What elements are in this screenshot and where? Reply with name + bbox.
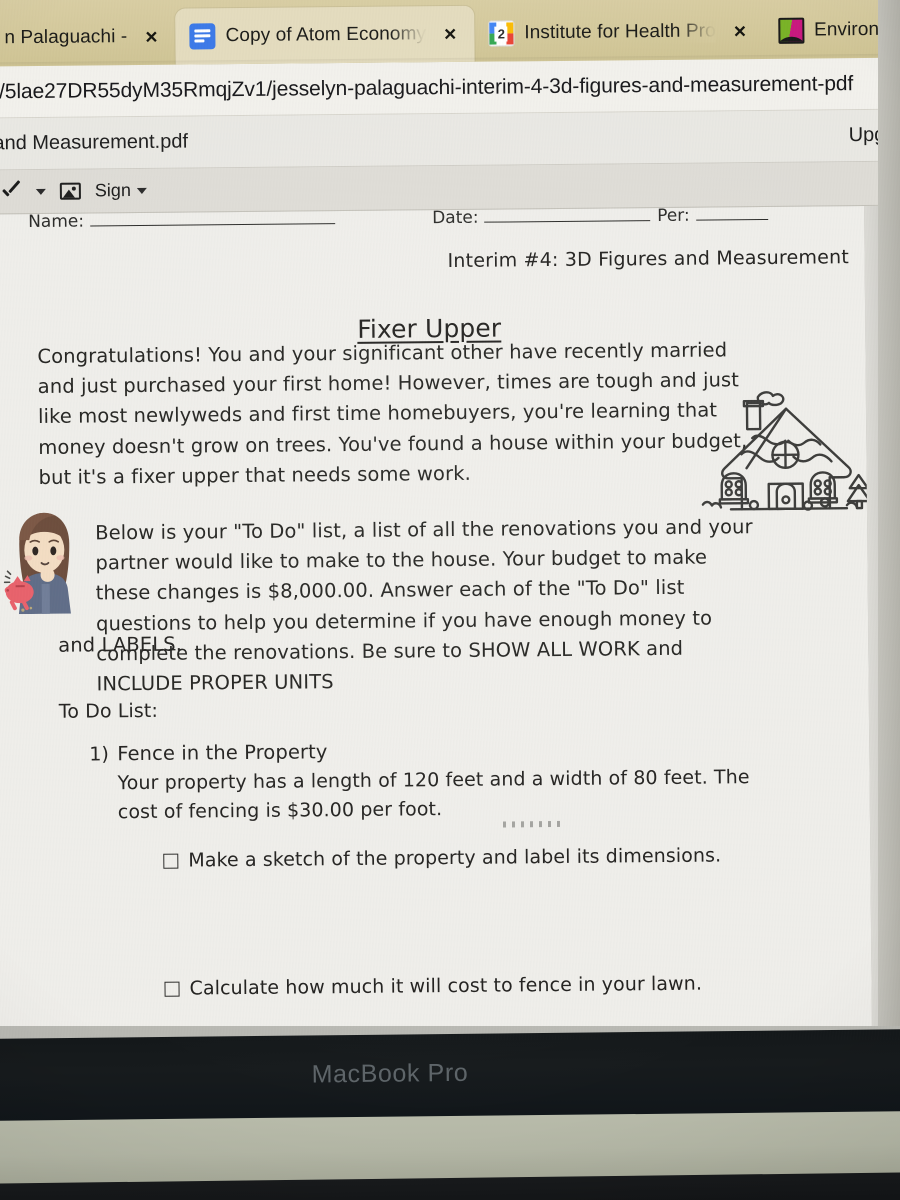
- background-wall-right: [878, 0, 900, 1040]
- date-field-blank[interactable]: [484, 220, 651, 223]
- google-classroom-icon: 2: [488, 20, 515, 47]
- image-tool-button[interactable]: [59, 182, 81, 200]
- todo-list-heading: To Do List:: [58, 699, 159, 723]
- per-field-row: Per:: [657, 206, 768, 226]
- browser-tab-1-close-icon[interactable]: ×: [137, 25, 165, 48]
- browser-tab-1[interactable]: n Palaguachi - ×: [0, 9, 176, 67]
- browser-tab-3-title: Institute for Health Pro: [524, 20, 716, 44]
- question-1-title: Fence in the Property: [117, 740, 328, 766]
- check-tool-chevron-down-icon[interactable]: [35, 188, 46, 195]
- name-label: Name:: [28, 211, 85, 233]
- name-field-blank[interactable]: [90, 223, 336, 227]
- girl-with-piggy-bank-illustration: [3, 512, 71, 615]
- question-1-body: Your property has a length of 120 feet a…: [117, 766, 750, 823]
- laptop-bezel: MacBook Pro: [0, 1029, 900, 1121]
- task-2-label: Calculate how much it will cost to fence…: [189, 972, 703, 1000]
- second-paragraph-last-line: and LABELS.: [58, 632, 183, 657]
- browser-tab-2[interactable]: Copy of Atom Economy ×: [175, 5, 475, 65]
- google-classroom-icon-number: 2: [494, 25, 508, 42]
- task-2-checkbox[interactable]: [164, 981, 180, 997]
- browser-tab-1-title: n Palaguachi -: [4, 26, 128, 49]
- question-1-number: 1): [89, 743, 110, 766]
- task-1-checkbox[interactable]: [163, 853, 179, 869]
- laptop-screen: n Palaguachi - × Copy of Atom Economy × …: [0, 0, 900, 1050]
- task-1-label: Make a sketch of the property and label …: [188, 844, 722, 872]
- document-subject: Interim #4: 3D Figures and Measurement: [447, 246, 850, 273]
- browser-tab-2-title: Copy of Atom Economy: [225, 23, 427, 47]
- task-item-2[interactable]: Calculate how much it will cost to fence…: [164, 973, 702, 1000]
- pdf-page: Name: Date: Per: Interim #4: 3D Figures …: [0, 206, 873, 1050]
- cottage-line-art-illustration: [701, 391, 872, 511]
- second-paragraph: Below is your "To Do" list, a list of al…: [95, 515, 753, 696]
- browser-tab-strip: n Palaguachi - × Copy of Atom Economy × …: [0, 0, 900, 67]
- photo-of-laptop-screen: n Palaguachi - × Copy of Atom Economy × …: [0, 0, 900, 1200]
- browser-tab-2-close-icon[interactable]: ×: [436, 22, 464, 45]
- macbook-pro-logo: MacBook Pro: [311, 1058, 469, 1088]
- per-field-blank[interactable]: [695, 218, 768, 221]
- intro-paragraph: Congratulations! You and your significan…: [37, 338, 748, 489]
- browser-tab-3[interactable]: 2 Institute for Health Pro ×: [474, 3, 764, 62]
- per-label: Per:: [657, 205, 690, 227]
- google-docs-icon: [189, 23, 216, 50]
- image-icon: [59, 182, 81, 200]
- pdf-filename: and Measurement.pdf: [0, 130, 189, 155]
- browser-tab-3-close-icon[interactable]: ×: [726, 20, 754, 43]
- date-label: Date:: [432, 207, 479, 229]
- url-text: hi/5lae27DR55dyM35RmqjZv1/jesselyn-palag…: [0, 71, 854, 103]
- page-artifact-dots: [502, 820, 566, 828]
- date-field-row: Date:: [432, 206, 651, 228]
- pdf-app-header: and Measurement.pdf Upgrade: [0, 109, 900, 171]
- check-tool-button[interactable]: [0, 181, 22, 203]
- sign-chevron-down-icon: [136, 187, 147, 194]
- sign-tool-button[interactable]: Sign: [95, 180, 147, 201]
- leaf-icon: [777, 17, 805, 44]
- check-icon: [0, 181, 22, 203]
- browser-url-bar[interactable]: hi/5lae27DR55dyM35RmqjZv1/jesselyn-palag…: [0, 57, 900, 119]
- pdf-viewport[interactable]: Name: Date: Per: Interim #4: 3D Figures …: [0, 205, 900, 1050]
- sign-label: Sign: [94, 180, 131, 201]
- task-item-1[interactable]: Make a sketch of the property and label …: [163, 844, 722, 872]
